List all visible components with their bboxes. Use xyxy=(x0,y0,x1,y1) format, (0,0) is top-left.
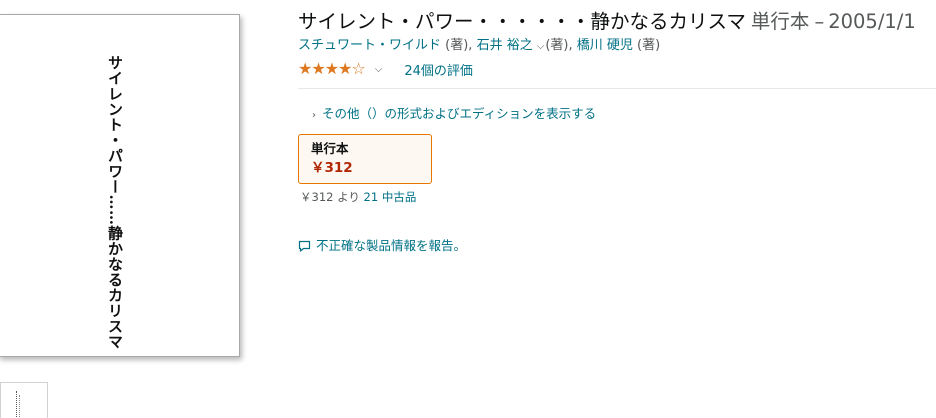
used-offers-link[interactable]: 21 中古品 xyxy=(364,190,417,204)
product-binding: 単行本 xyxy=(750,10,810,33)
chevron-down-icon[interactable]: ⌵ xyxy=(375,64,383,75)
thumbnail-text-mark xyxy=(16,391,17,418)
byline: スチュワート・ワイルド (著), 石井 裕之 ⌵(著), 橋川 硬児 (著) xyxy=(298,38,660,55)
author-role-3: (著) xyxy=(637,38,661,53)
report-label: 不正確な製品情報を報告。 xyxy=(316,238,467,253)
product-title-text: サイレント・パワー・・・・・・静かなるカリスマ xyxy=(298,10,746,33)
author-role-1: (著), xyxy=(445,38,473,53)
cover-thumbnail[interactable] xyxy=(0,382,48,418)
author-role-2: (著), xyxy=(545,38,573,53)
title-dash: – xyxy=(814,10,825,33)
cover-title-text: サイレント・パワー……静かなるカリスマ xyxy=(106,55,124,350)
report-incorrect-info-link[interactable]: 不正確な製品情報を報告。 xyxy=(298,238,466,254)
speech-bubble-icon xyxy=(298,240,311,252)
author-link-1[interactable]: スチュワート・ワイルド xyxy=(298,38,441,53)
other-formats-link[interactable]: › その他（）の形式およびエディションを表示する xyxy=(312,106,596,124)
used-price-prefix: ￥312 より xyxy=(300,190,360,204)
used-offers: ￥312 より 21 中古品 xyxy=(300,190,416,204)
format-price: ￥312 xyxy=(311,160,353,176)
section-divider xyxy=(298,88,936,89)
book-cover-image[interactable]: サイレント・パワー……静かなるカリスマ xyxy=(0,14,240,357)
other-formats-label: その他（）の形式およびエディションを表示する xyxy=(322,106,597,121)
chevron-right-icon: › xyxy=(312,110,316,121)
format-name: 単行本 xyxy=(311,141,349,156)
author-link-2[interactable]: 石井 裕之 xyxy=(477,38,533,53)
star-rating-icon[interactable]: ★★★★☆ xyxy=(298,60,366,78)
product-title: サイレント・パワー・・・・・・静かなるカリスマ 単行本 –2005/1/1 xyxy=(298,9,916,35)
rating-row: ★★★★☆ ⌵ 24個の評価 xyxy=(298,60,473,79)
thumbnail-text-mark xyxy=(19,395,20,418)
chevron-down-icon[interactable]: ⌵ xyxy=(537,41,545,52)
author-link-3[interactable]: 橋川 硬児 xyxy=(577,38,633,53)
format-option-selected[interactable]: 単行本 ￥312 xyxy=(298,134,432,184)
rating-count-link[interactable]: 24個の評価 xyxy=(404,60,473,79)
publication-date: 2005/1/1 xyxy=(828,10,916,33)
